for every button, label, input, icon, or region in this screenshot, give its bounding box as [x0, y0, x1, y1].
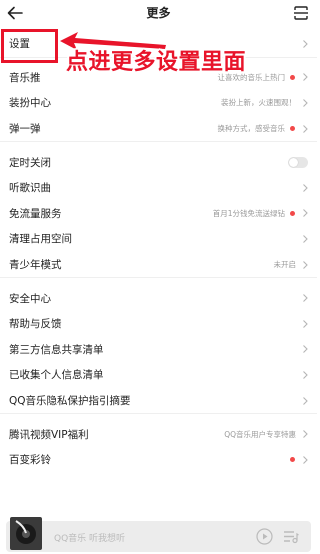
page-title: 更多: [146, 6, 171, 20]
chevron-right-icon: [303, 319, 308, 328]
list-item[interactable]: 装扮中心 装扮上新，火速围观！: [0, 90, 317, 116]
list-item[interactable]: 第三方信息共享清单: [0, 337, 317, 363]
playlist-icon[interactable]: [283, 529, 299, 544]
list-item[interactable]: 帮助与反馈: [0, 311, 317, 337]
list-item[interactable]: 青少年模式 未开启: [0, 252, 317, 278]
chevron-right-icon: [303, 455, 308, 464]
settings-list: 设置 音乐推 让喜欢的音乐上热门 装扮中心 装扮上新，火速围观！ 弹一弹 换种方式，感受音乐…: [0, 31, 317, 473]
list-item-label: 弹一弹: [9, 123, 41, 136]
list-item-label: 清理占用空间: [9, 233, 72, 246]
list-item-label: 腾讯视频VIP福利: [9, 428, 89, 441]
list-item[interactable]: 听歌识曲: [0, 175, 317, 201]
list-item-label: 百变彩铃: [9, 454, 51, 467]
chevron-right-icon: [303, 396, 308, 405]
toggle-knob: [289, 157, 298, 167]
chevron-right-icon: [303, 294, 308, 303]
chevron-right-icon: [303, 371, 308, 379]
list-item-subtitle: 未开启: [273, 260, 297, 270]
chevron-right-icon: [303, 39, 308, 48]
chevron-right-icon: [303, 99, 308, 107]
list-item[interactable]: 弹一弹 换种方式，感受音乐: [0, 116, 317, 142]
group-divider: [0, 277, 317, 285]
list-item-label: QQ音乐隐私保护指引摘要: [9, 395, 131, 408]
timer-toggle-switch[interactable]: [288, 156, 308, 168]
top-bar: 更多: [0, 0, 317, 26]
list-item-subtitle: 首月1分钱免流送绿钻: [212, 208, 285, 218]
red-dot-badge: [290, 457, 295, 463]
list-item[interactable]: 定时关闭: [0, 149, 317, 175]
chevron-right-icon: [303, 183, 308, 192]
list-item-label: 已收集个人信息清单: [9, 369, 104, 382]
chevron-right-icon: [303, 430, 308, 438]
mini-player[interactable]: QQ音乐 听我想听: [6, 517, 311, 552]
group-divider: [0, 141, 317, 149]
list-item-label: 青少年模式: [9, 259, 62, 272]
album-cover[interactable]: [10, 517, 42, 550]
list-item-label: 听歌识曲: [9, 182, 51, 195]
list-item-label: 帮助与反馈: [9, 318, 62, 331]
chevron-right-icon: [303, 209, 308, 218]
annotation-text: 点进更多设置里面: [66, 50, 247, 75]
chevron-right-icon: [303, 124, 308, 133]
list-item[interactable]: 已收集个人信息清单: [0, 362, 317, 388]
list-item[interactable]: 免流量服务 首月1分钱免流送绿钻: [0, 201, 317, 227]
list-item[interactable]: 百变彩铃: [0, 447, 317, 473]
list-item[interactable]: QQ音乐隐私保护指引摘要: [0, 388, 317, 414]
red-dot-badge: [290, 210, 295, 216]
list-item-label: 装扮中心: [9, 97, 51, 110]
list-item-subtitle: QQ音乐用户专享特惠: [224, 429, 296, 439]
list-item[interactable]: 安全中心: [0, 285, 317, 311]
list-item-label: 定时关闭: [9, 156, 51, 169]
list-item-label: 安全中心: [9, 292, 51, 305]
list-item[interactable]: 腾讯视频VIP福利 QQ音乐用户专享特惠: [0, 421, 317, 447]
scan-icon[interactable]: [293, 5, 309, 21]
list-item-label: 免流量服务: [9, 207, 62, 220]
chevron-right-icon: [303, 235, 308, 243]
highlight-box: [1, 29, 58, 63]
list-item-subtitle: 换种方式，感受音乐: [217, 124, 286, 134]
red-dot-badge: [290, 126, 295, 132]
group-divider: [0, 413, 317, 421]
chevron-right-icon: [303, 73, 308, 82]
chevron-right-icon: [303, 345, 308, 354]
list-item-subtitle: 装扮上新，火速围观！: [221, 98, 296, 108]
player-song-text: QQ音乐 听我想听: [54, 534, 126, 544]
list-item-label: 第三方信息共享清单: [9, 343, 104, 356]
chevron-right-icon: [303, 260, 308, 269]
list-item[interactable]: 清理占用空间: [0, 226, 317, 252]
play-icon[interactable]: [256, 528, 273, 545]
red-dot-badge: [290, 74, 295, 80]
